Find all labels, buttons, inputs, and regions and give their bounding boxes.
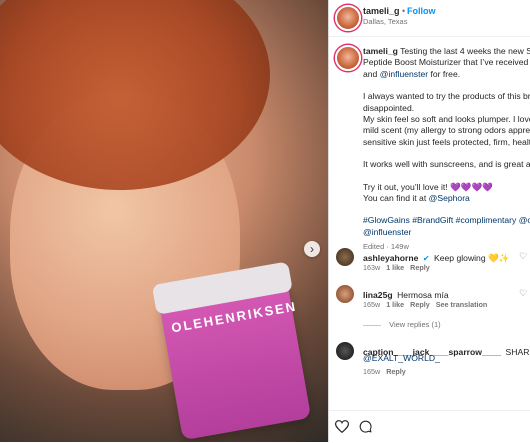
caption-para2-line3: My skin feel so soft and looks plumper. … [363,114,530,125]
comment-username[interactable]: ashleyahorne [363,253,418,263]
reply-button[interactable]: Reply [386,367,406,376]
caption-line3-suffix: for free. [428,68,461,79]
next-photo-button[interactable]: › [304,241,320,257]
caption-para2-line1: I always wanted to try the products of t… [363,91,530,102]
caption-para2-line5: sensitive skin just feels protected, fir… [363,136,530,147]
comment-text: Keep glowing 💛✨ [434,253,510,263]
hashtags[interactable]: #GlowGains #BrandGift #complimentary @ol… [363,215,530,226]
divider [363,324,381,326]
comment-avatar[interactable] [336,285,354,303]
comment-likes[interactable]: 1 like [386,300,404,309]
comment-meta: 165w 1 like Reply See translation [363,300,487,309]
caption-line3-prefix: and [363,68,380,79]
follow-button[interactable]: Follow [407,6,436,16]
post-header: tameli_g • Follow Dallas, Texas [329,0,530,37]
heart-icon[interactable]: ♡ [519,288,527,299]
mention-influenster[interactable]: @influenster [380,69,428,79]
comment-time: 165w [363,367,381,376]
caption-username[interactable]: tameli_g [363,46,398,56]
comment-meta: 165w Reply [363,367,406,376]
verified-icon: ✔ [422,254,430,263]
caption-para4-line1: Try it out, you’ll love it! 💜💜💜💜 [363,181,493,192]
caption-para3: It works well with sunscreens, and is gr… [363,159,530,170]
comment-avatar[interactable] [336,248,354,266]
product-jar: OLEHENRIKSEN [151,261,312,441]
comment-meta: 163w 1 like Reply [363,263,430,272]
view-replies-label[interactable]: View replies (1) [389,320,441,329]
comment-text: SHARE IT [505,347,530,357]
header-username[interactable]: tameli_g [363,6,400,16]
heart-icon[interactable]: ♡ [519,251,527,262]
comment-time: 165w [363,300,381,309]
heart-icon[interactable] [335,420,349,433]
comment-icon[interactable] [359,420,372,433]
post-side-panel: tameli_g • Follow Dallas, Texas tameli_g… [328,0,530,442]
header-separator: • [402,6,406,16]
caption-para4-prefix: You can find it at [363,193,429,204]
caption-line2: Peptide Boost Moisturizer that I’ve rece… [363,57,530,68]
comment-time: 163w [363,263,381,272]
post-caption: tameli_g Testing the last 4 weeks the ne… [363,46,530,253]
view-replies[interactable]: View replies (1) [363,320,441,329]
caption-avatar[interactable] [335,45,361,71]
reply-button[interactable]: Reply [410,300,430,309]
caption-line1: Testing the last 4 weeks the new Stra [400,46,530,56]
mention-influenster-2[interactable]: @influenster [363,227,530,238]
hair-shape [0,0,270,190]
comment-avatar[interactable] [336,342,354,360]
location-label[interactable]: Dallas, Texas [363,17,407,26]
post-photo[interactable]: OLEHENRIKSEN [0,0,328,442]
caption-para2-line2: disappointed. [363,102,415,113]
reply-button[interactable]: Reply [410,263,430,272]
see-translation-button[interactable]: See translation [436,300,488,309]
mention-sephora[interactable]: @Sephora [429,193,470,203]
chevron-right-icon: › [310,242,314,256]
caption-para2-line4: mild scent (my allergy to strong odors a… [363,125,530,136]
action-bar [329,410,530,443]
avatar[interactable] [335,5,361,31]
comment-likes[interactable]: 1 like [386,263,404,272]
comment-text: Hermosa mía [397,290,449,300]
comment-username[interactable]: lina25g [363,290,393,300]
comment-mention[interactable]: @EXALT_WORLD_ [363,353,440,363]
